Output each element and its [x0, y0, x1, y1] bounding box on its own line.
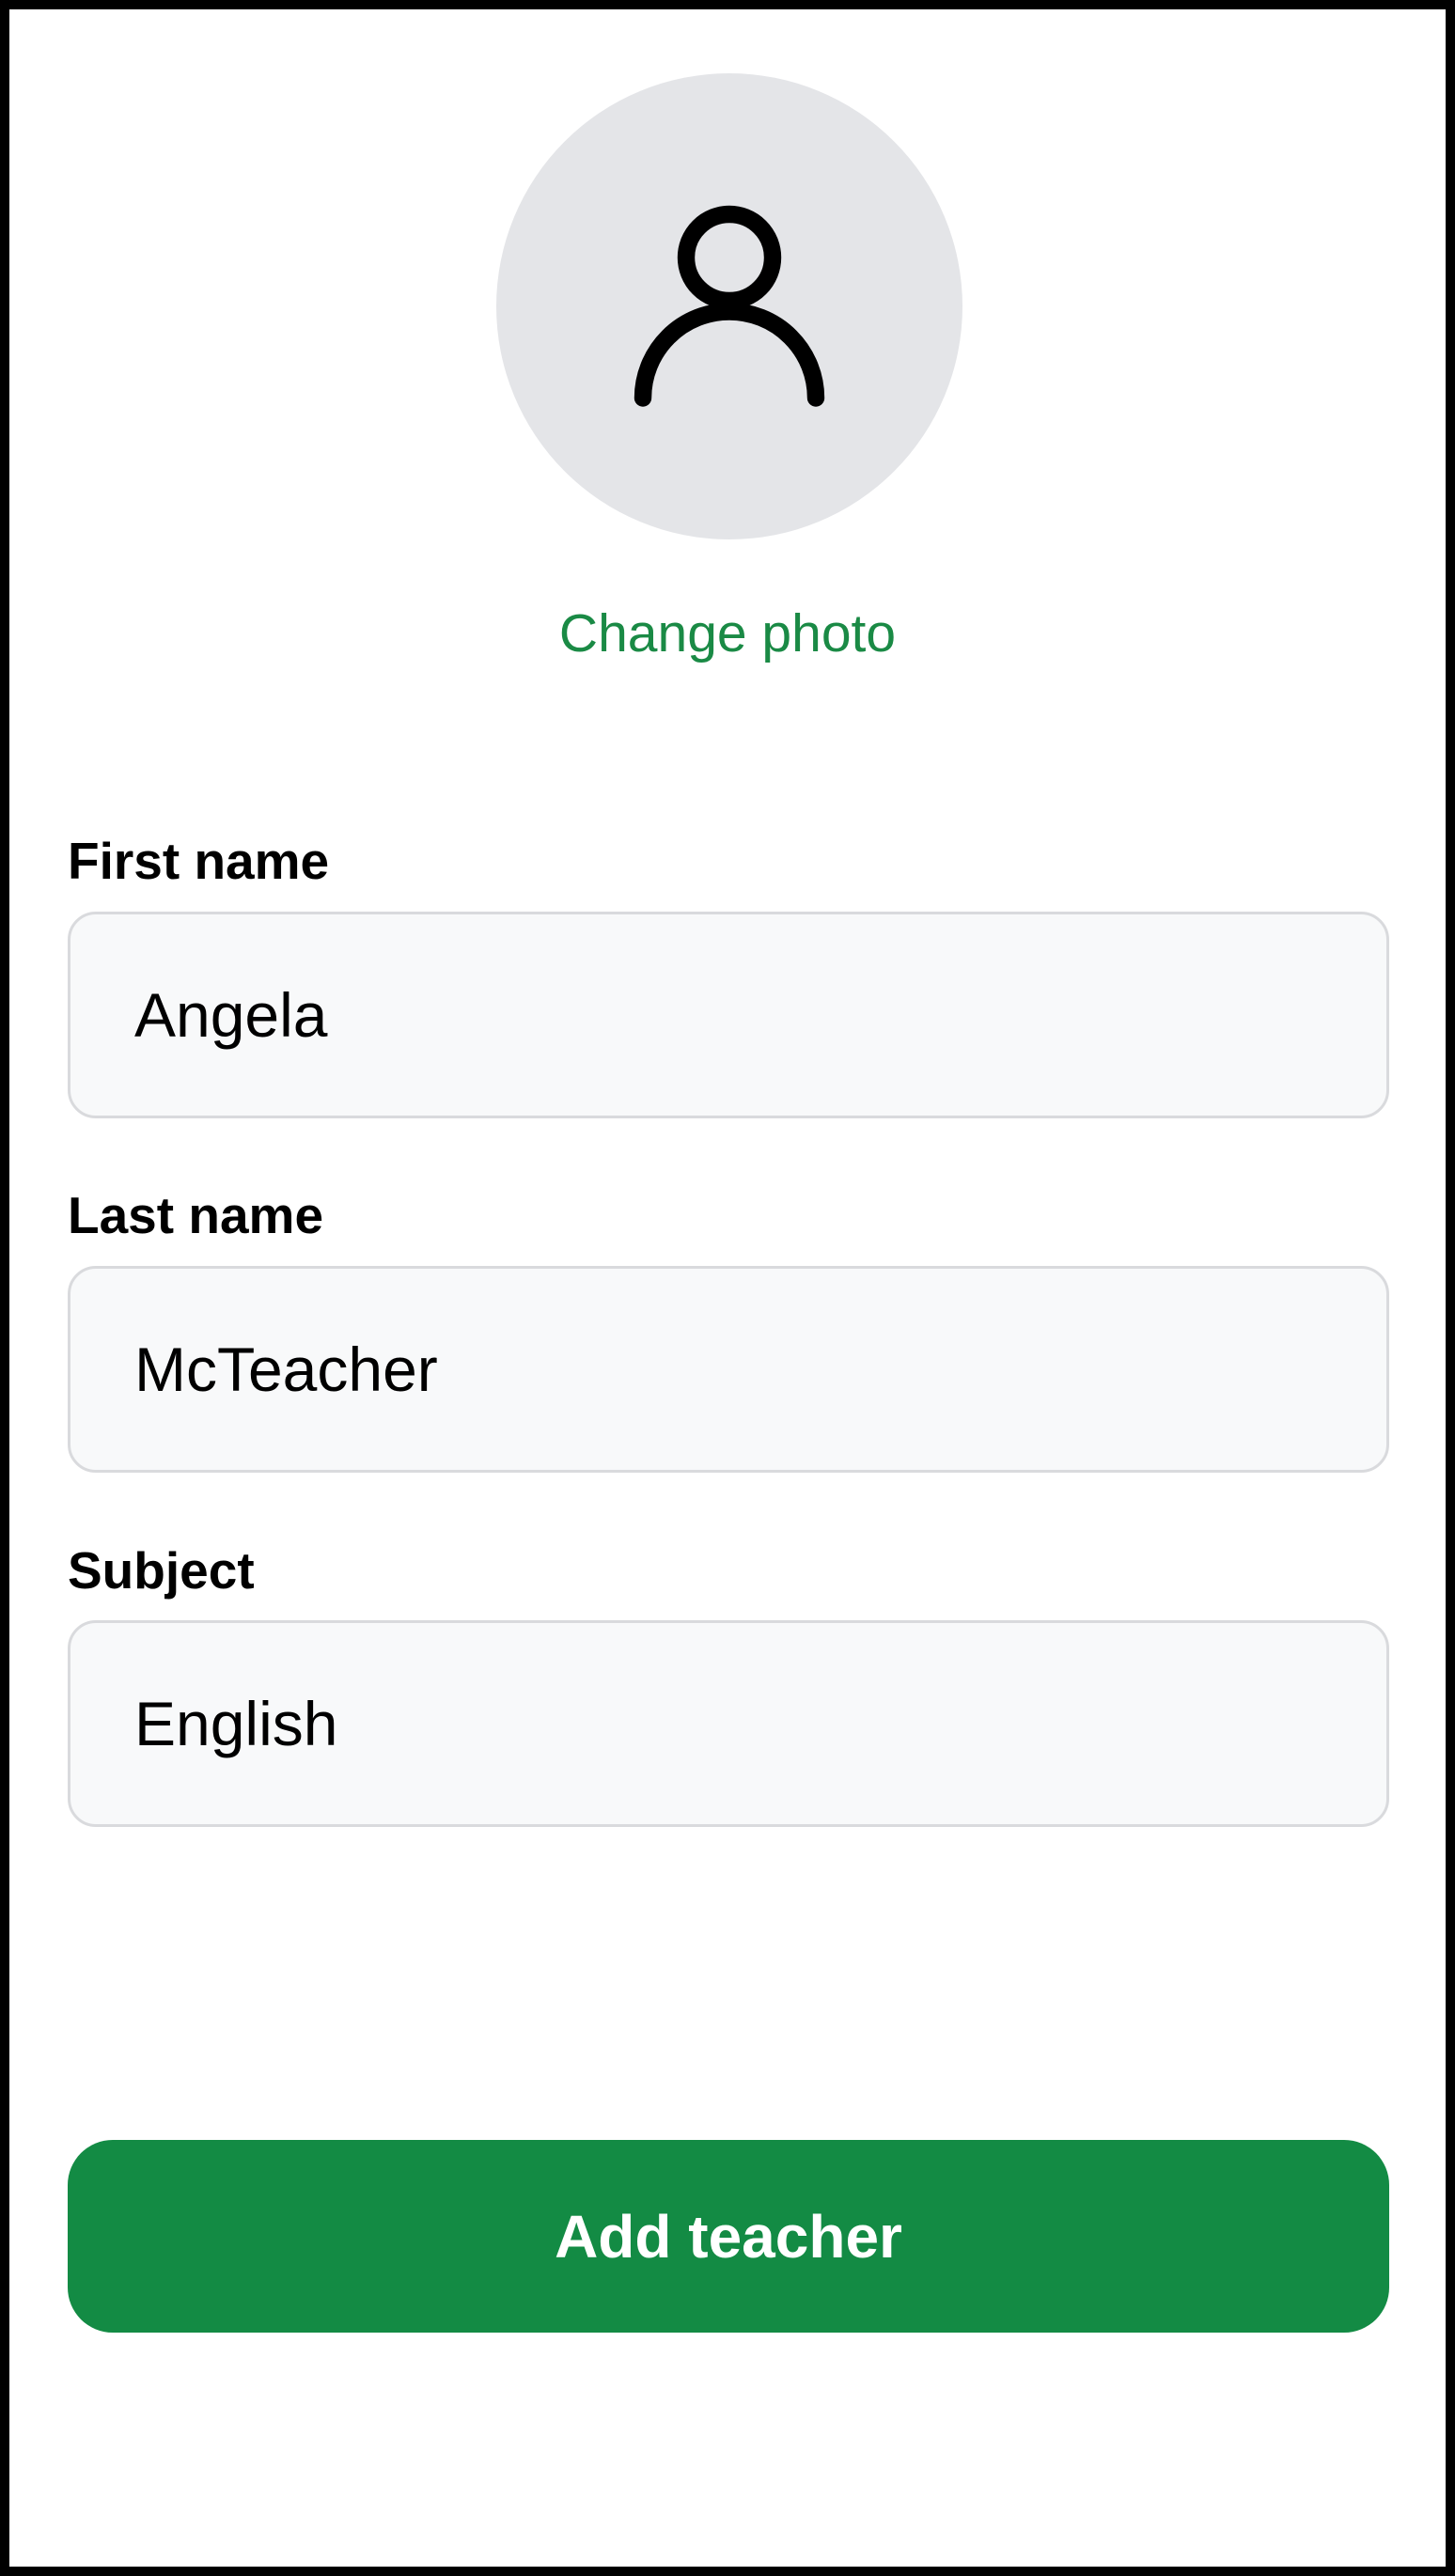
subject-label: Subject	[68, 1541, 255, 1600]
last-name-label: Last name	[68, 1186, 324, 1244]
first-name-label: First name	[68, 832, 330, 890]
change-photo-link[interactable]: Change photo	[9, 601, 1446, 665]
first-name-field[interactable]	[68, 912, 1389, 1118]
last-name-field[interactable]	[68, 1266, 1389, 1473]
user-icon	[634, 205, 825, 407]
add-teacher-button[interactable]: Add teacher	[68, 2140, 1389, 2333]
avatar[interactable]	[496, 73, 962, 539]
add-teacher-screen: Change photo First name Last name Subjec…	[0, 0, 1455, 2576]
subject-field[interactable]	[68, 1620, 1389, 1827]
